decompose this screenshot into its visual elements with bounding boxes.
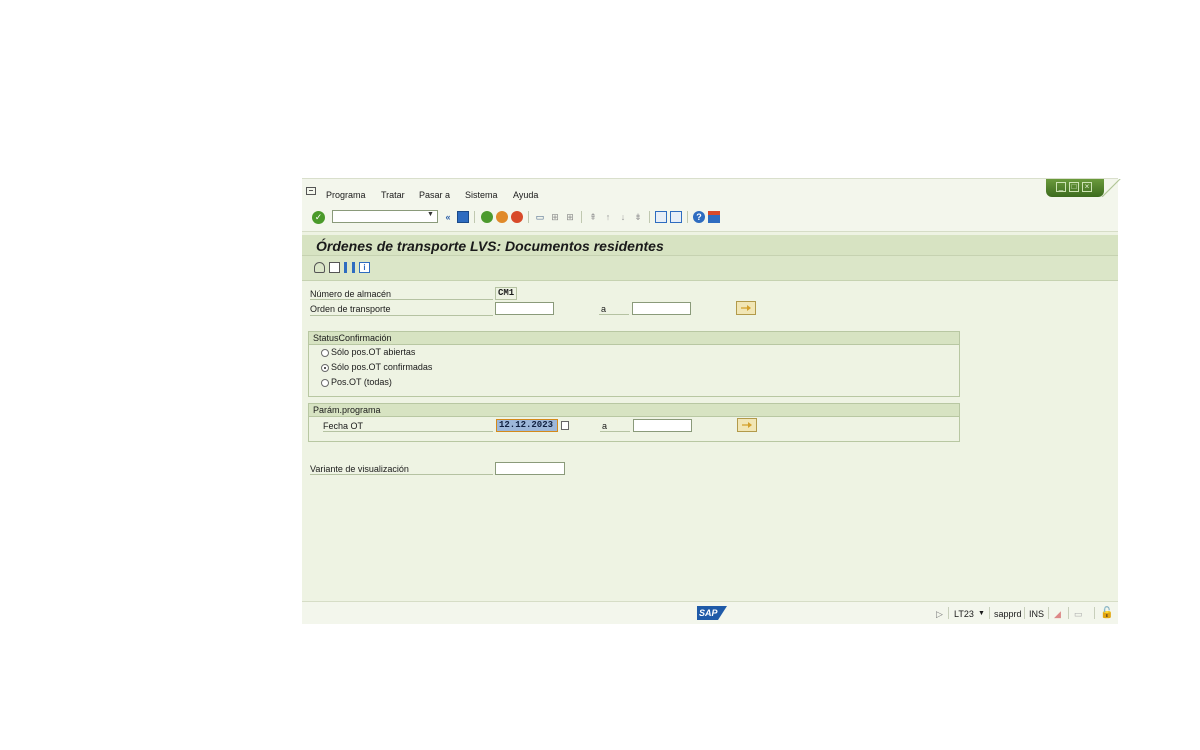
first-page-icon[interactable]: ⇞: [587, 211, 599, 223]
date-multiple-selection-icon[interactable]: [737, 418, 757, 432]
find-next-icon[interactable]: ⊞: [564, 211, 576, 223]
menu-programa[interactable]: Programa: [326, 190, 366, 200]
radio-confirmed-items[interactable]: [321, 364, 329, 372]
system-menu-icon[interactable]: [306, 187, 316, 195]
radio-open-items[interactable]: [321, 349, 329, 357]
help-icon[interactable]: ?: [693, 211, 705, 223]
cancel-icon[interactable]: [511, 211, 523, 223]
enter-check-icon[interactable]: ✓: [312, 211, 325, 224]
previous-page-icon[interactable]: ↑: [602, 211, 614, 223]
menu-pasar-a[interactable]: Pasar a: [419, 190, 450, 200]
last-page-icon[interactable]: ⇟: [632, 211, 644, 223]
transaction-dropdown-icon[interactable]: ▼: [978, 610, 985, 617]
exit-icon[interactable]: [496, 211, 508, 223]
transport-order-to-input[interactable]: [632, 302, 691, 315]
server-name: sapprd: [994, 609, 1022, 619]
save-icon[interactable]: [457, 211, 469, 223]
sap-logo: SAP: [697, 606, 727, 620]
get-variant-icon[interactable]: [329, 262, 340, 273]
radio-open-items-label: Sólo pos.OT abiertas: [331, 347, 416, 357]
application-toolbar: i: [302, 256, 1118, 281]
menu-sistema[interactable]: Sistema: [465, 190, 498, 200]
create-session-icon[interactable]: [655, 211, 667, 223]
transport-order-label: Orden de transporte: [310, 304, 391, 314]
status-expand-icon[interactable]: ▷: [936, 609, 943, 620]
radio-confirmed-items-label: Sólo pos.OT confirmadas: [331, 362, 433, 372]
transaction-code: LT23: [954, 609, 974, 619]
shortcut-icon[interactable]: [670, 211, 682, 223]
warehouse-label: Número de almacén: [310, 289, 392, 299]
multiple-selection-icon[interactable]: [736, 301, 756, 315]
program-parameters-title: Parám.programa: [309, 404, 959, 417]
date-label: Fecha OT: [323, 421, 364, 431]
date-to-label: a: [602, 421, 608, 431]
print-icon[interactable]: ▭: [534, 211, 546, 223]
maximize-icon[interactable]: □: [1069, 182, 1079, 192]
transport-order-from-input[interactable]: [495, 302, 554, 315]
radio-all-items[interactable]: [321, 379, 329, 387]
minimize-icon[interactable]: _: [1056, 182, 1066, 192]
execute-icon[interactable]: [314, 262, 325, 273]
transport-order-to-label: a: [601, 304, 607, 314]
warehouse-field[interactable]: CM1: [495, 287, 517, 300]
date-to-input[interactable]: [633, 419, 692, 432]
command-field[interactable]: [332, 210, 438, 223]
screen-title-bar: Órdenes de transporte LVS: Documentos re…: [302, 235, 1118, 256]
menu-bar: Programa Tratar Pasar a Sistema Ayuda _ …: [302, 179, 1122, 205]
status-indicator-icon: ◢: [1054, 609, 1061, 619]
layout-variant-label: Variante de visualización: [310, 464, 409, 474]
status-info-icon: ▭: [1074, 609, 1083, 619]
window-controls: _ □ ×: [1046, 179, 1122, 199]
menu-tratar[interactable]: Tratar: [381, 190, 405, 200]
status-bar: SAP ▷ LT23 ▼ sapprd INS ◢ ▭ 🔓: [302, 601, 1118, 624]
find-icon[interactable]: ⊞: [549, 211, 561, 223]
back-history-icon[interactable]: «: [442, 211, 454, 223]
next-page-icon[interactable]: ↓: [617, 211, 629, 223]
program-parameters-group: Parám.programa Fecha OT 12.12.2023 a: [308, 403, 960, 442]
status-confirmation-group: StatusConfirmación Sólo pos.OT abiertas …: [308, 331, 960, 397]
status-confirmation-title: StatusConfirmación: [309, 332, 959, 345]
back-icon[interactable]: [481, 211, 493, 223]
calendar-icon[interactable]: [561, 421, 569, 430]
command-dropdown-icon[interactable]: ▼: [427, 211, 434, 218]
customize-layout-icon[interactable]: [708, 211, 720, 223]
selection-options-icon[interactable]: [344, 262, 355, 273]
radio-all-items-label: Pos.OT (todas): [331, 377, 392, 387]
sap-window: Programa Tratar Pasar a Sistema Ayuda _ …: [302, 178, 1122, 624]
standard-toolbar: ✓ ▼ « ▭ ⊞ ⊞ ⇞ ↑ ↓ ⇟ ?: [302, 205, 1118, 232]
page-title: Órdenes de transporte LVS: Documentos re…: [316, 238, 664, 254]
date-from-input[interactable]: 12.12.2023: [496, 419, 558, 432]
menu-ayuda[interactable]: Ayuda: [513, 190, 538, 200]
info-icon[interactable]: i: [359, 262, 370, 273]
close-icon[interactable]: ×: [1082, 182, 1092, 192]
layout-variant-input[interactable]: [495, 462, 565, 475]
insert-mode: INS: [1029, 609, 1045, 619]
lock-icon[interactable]: 🔓: [1100, 606, 1114, 619]
